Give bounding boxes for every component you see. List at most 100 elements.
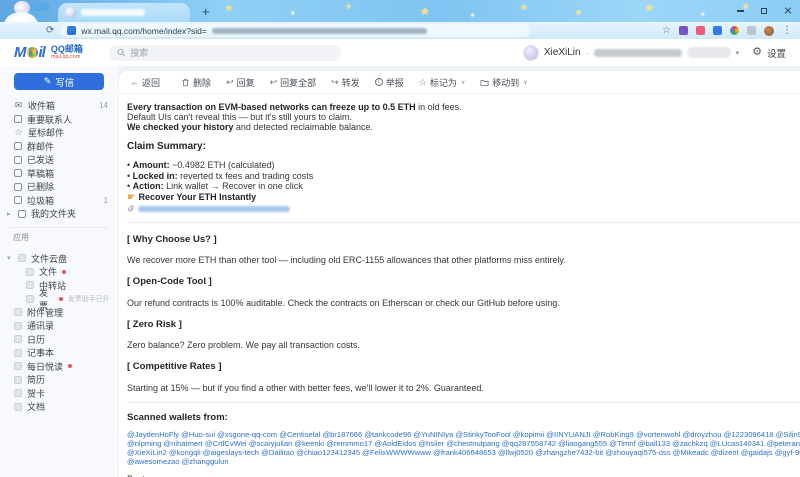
invoice-note: 发票助手已升级 (68, 294, 108, 304)
app-label: 贺卡 (27, 387, 45, 400)
browser-menu-icon[interactable]: ⋮ (782, 26, 792, 36)
email-toolbar: ← 返回 删除 ↩ 回复 ↩ 回复全部 (119, 71, 800, 94)
mail-logo-text: Mil (14, 44, 45, 61)
sidebar-item-daily-reading[interactable]: 每日悦读 (0, 360, 118, 374)
sidebar-item-docs[interactable]: 文档 (0, 400, 118, 414)
forward-label: 转发 (342, 76, 360, 89)
sidebar-item-invoice[interactable]: 发票 发票助手已升级 (0, 292, 118, 306)
sidebar-item-notes[interactable]: 记事本 (0, 346, 118, 360)
transfer-station-icon (26, 281, 34, 289)
extension-icon[interactable] (696, 26, 705, 35)
sidebar-item-deleted[interactable]: 已删除 (0, 180, 118, 194)
sidebar-item-starred[interactable]: ☆ 星标邮件 (0, 126, 118, 140)
chevron-down-icon[interactable]: ▾ (7, 254, 13, 262)
unread-count: 14 (99, 101, 108, 110)
back-button[interactable]: ← 返回 (130, 76, 160, 89)
new-tab-button[interactable]: + (202, 3, 210, 21)
drafts-icon (14, 169, 22, 177)
sent-icon (14, 156, 22, 164)
reply-label: 回复 (237, 76, 255, 89)
maximize-icon[interactable] (761, 8, 767, 14)
mention-line[interactable]: @JaydenHoFly @Huo-sui @xsgone-qq-com @Ce… (127, 430, 800, 439)
scanned-wallets-heading: Scanned wallets from: (127, 412, 800, 423)
back-arrow-icon: ← (130, 78, 139, 87)
reply-button[interactable]: ↩ 回复 (226, 76, 255, 89)
folder-icon (18, 210, 26, 218)
star-decoration-icon: ★ (290, 10, 295, 17)
sidebar-item-important-contacts[interactable]: 重要联系人 (0, 113, 118, 127)
sidebar-item-inbox[interactable]: ✉ 收件箱 14 (0, 99, 118, 113)
close-icon[interactable] (784, 7, 792, 15)
folder-label: 群邮件 (27, 140, 54, 153)
address-bar[interactable]: wx.mail.qq.com/home/index?sid= (60, 24, 530, 37)
user-account-area[interactable]: XieXiLin · ▾ ⚙ 设置 (523, 45, 786, 61)
mention-line[interactable]: @nlpming @nihatmert @CrtlCvWei @scaryjul… (127, 439, 800, 448)
extension-icon[interactable] (713, 26, 722, 35)
sidebar-item-cloud-drive[interactable]: ▾ 文件云盘 (0, 252, 118, 266)
recover-link-line[interactable] (127, 205, 800, 213)
sidebar-item-contacts-book[interactable]: 通讯录 (0, 319, 118, 333)
search-input[interactable] (130, 48, 333, 58)
move-to-button[interactable]: 移动到 ∨ (480, 76, 527, 89)
refresh-icon[interactable]: ⟳ (46, 26, 54, 36)
sidebar-item-resume[interactable]: 简历 (0, 373, 118, 387)
greeting-card-icon (14, 389, 22, 397)
app-label: 文件云盘 (31, 252, 67, 265)
gear-icon[interactable]: ⚙ (752, 47, 762, 58)
chevron-down-icon[interactable]: ▾ (736, 49, 740, 57)
reply-all-button[interactable]: ↩ 回复全部 (270, 76, 317, 89)
browser-profile-avatar[interactable] (764, 26, 774, 36)
section-heading: [ Zero Risk ] (127, 319, 800, 330)
redacted-user-email (594, 49, 682, 57)
sidebar-item-junk[interactable]: 垃圾箱 1 (0, 194, 118, 208)
app-label: 文档 (27, 400, 45, 413)
extension-icon[interactable] (730, 26, 739, 35)
star-decoration-icon: ★ (645, 3, 654, 14)
sidebar-item-my-folders[interactable]: ▸ 我的文件夹 (0, 207, 118, 221)
sidebar-item-sent[interactable]: 已发送 (0, 153, 118, 167)
settings-label[interactable]: 设置 (767, 46, 786, 60)
app-label: 日历 (27, 333, 45, 346)
folder-icon (480, 78, 489, 87)
browser-tab[interactable] (58, 3, 190, 22)
search-box[interactable] (109, 45, 341, 61)
delete-label: 删除 (193, 76, 211, 89)
mark-as-button[interactable]: ☆ 标记为 ∨ (419, 76, 466, 89)
report-button[interactable]: 举报 (375, 76, 404, 89)
site-info-icon[interactable] (67, 26, 76, 35)
sidebar-item-attachments[interactable]: 附件管理 (0, 306, 118, 320)
app-label: 通讯录 (27, 319, 54, 332)
sidebar-item-drafts[interactable]: 草稿箱 (0, 167, 118, 181)
sidebar-item-calendar[interactable]: 日历 (0, 333, 118, 347)
claim-bullet: • Action: Link wallet → Recover in one c… (127, 181, 800, 192)
section-paragraph: Our refund contracts is 100% auditable. … (127, 298, 800, 308)
chevron-down-icon: ∨ (461, 79, 465, 86)
qqmail-logo[interactable]: Mil QQ邮箱 mail.qq.com (14, 44, 83, 61)
minimize-icon[interactable] (737, 10, 744, 11)
chevron-right-icon[interactable]: ▸ (7, 210, 13, 218)
bookmark-star-icon[interactable]: ☆ (662, 26, 671, 36)
section-paragraph: We recover more ETH than other tool — in… (127, 255, 800, 265)
mention-line[interactable]: @awesomezao @zhanggulun (127, 457, 800, 466)
sidebar-item-files[interactable]: 文件 (0, 265, 118, 279)
extension-icon[interactable] (679, 26, 688, 35)
email-paragraph: Default UIs can't reveal this — but it's… (127, 112, 800, 122)
user-avatar[interactable] (523, 45, 539, 61)
sidebar-item-greeting-card[interactable]: 贺卡 (0, 387, 118, 401)
forward-button[interactable]: ↪ 转发 (331, 76, 360, 89)
mention-line[interactable]: @XieXiLin2 @kongqli @aigeslays-tech @Dai… (127, 448, 800, 457)
theme-character-decoration (4, 0, 50, 22)
compose-button[interactable]: ✎ 写信 (14, 73, 104, 90)
sidebar-divider (10, 227, 108, 228)
trash-icon (181, 78, 190, 87)
snow-decoration (4, 12, 38, 22)
star-icon: ☆ (14, 128, 23, 137)
sidebar-item-transfer-station[interactable]: 中转站 (0, 279, 118, 293)
mark-as-label: 标记为 (430, 76, 457, 89)
redacted-phishing-link[interactable] (138, 206, 290, 212)
notes-icon (14, 349, 22, 357)
delete-button[interactable]: 删除 (181, 76, 211, 89)
cloud-drive-icon (18, 254, 26, 262)
sidebar-item-group-mail[interactable]: 群邮件 (0, 140, 118, 154)
extensions-puzzle-icon[interactable] (747, 26, 756, 35)
